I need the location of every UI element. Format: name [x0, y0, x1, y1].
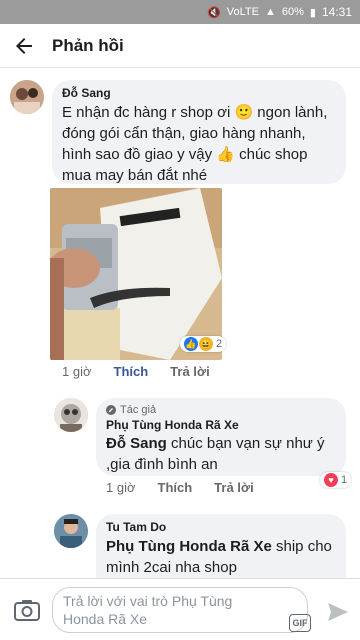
battery-percent: 60% [281, 6, 304, 18]
author-badge-label: Tác giả [120, 404, 157, 416]
avatar[interactable] [54, 398, 88, 432]
reaction-number: 1 [341, 474, 348, 486]
signal-icon: ▲ [264, 6, 276, 18]
reaction-count[interactable]: ♥ 1 [320, 472, 352, 488]
avatar[interactable] [54, 514, 88, 548]
camera-icon[interactable] [14, 599, 40, 621]
haha-reaction-icon: 😆 [199, 337, 213, 351]
reply-bubble[interactable]: Tu Tam Do Phụ Tùng Honda Rã Xe ship cho … [96, 514, 346, 578]
author-badge: Tác giả [106, 404, 336, 416]
status-bar: 🔇 VoLTE ▲ 60% ▮ 14:31 [0, 0, 360, 24]
app-bar: Phản hồi [0, 24, 360, 68]
comment-thread: Đỗ Sang E nhận đc hàng r shop ơi 🙂 ngon … [0, 68, 360, 578]
mention[interactable]: Phụ Tùng Honda Rã Xe [106, 538, 272, 555]
gif-button[interactable]: GIF [289, 614, 311, 632]
network-label: VoLTE [226, 6, 259, 18]
clock: 14:31 [321, 5, 352, 19]
avatar[interactable] [10, 80, 44, 114]
comment-photo[interactable] [50, 188, 222, 360]
like-button[interactable]: Thích [114, 364, 149, 379]
reply-button[interactable]: Trả lời [170, 364, 210, 379]
reply-composer: Trả lời với vai trò Phụ Tùng Honda Rã Xe… [0, 578, 360, 640]
love-reaction-icon: ♥ [324, 473, 338, 487]
reply-author[interactable]: Tu Tam Do [106, 520, 336, 534]
reaction-count[interactable]: 👍 😆 2 [180, 336, 227, 352]
reply-input-placeholder: Trả lời với vai trò Phụ Tùng Honda Rã Xe [63, 593, 233, 627]
battery-icon: ▮ [309, 6, 316, 19]
mention[interactable]: Đỗ Sang [106, 435, 167, 452]
like-button[interactable]: Thích [158, 480, 193, 495]
reply-author[interactable]: Phụ Tùng Honda Rã Xe [106, 418, 336, 432]
back-arrow-icon[interactable] [12, 34, 36, 58]
send-icon[interactable] [326, 601, 350, 623]
comment-author[interactable]: Đỗ Sang [62, 86, 336, 100]
pencil-icon [106, 405, 116, 415]
comment-text: E nhận đc hàng r shop ơi 🙂 ngon lành, đó… [62, 104, 328, 184]
reaction-number: 2 [216, 338, 223, 350]
page-title: Phản hồi [52, 36, 124, 55]
like-reaction-icon: 👍 [184, 337, 198, 351]
reply-text: Phụ Tùng Honda Rã Xe ship cho mình 2cai … [106, 536, 336, 578]
reply-actions: 1 giờ Thích Trả lời [106, 480, 254, 495]
comment-time: 1 giờ [62, 364, 92, 379]
comment-bubble[interactable]: Đỗ Sang E nhận đc hàng r shop ơi 🙂 ngon … [52, 80, 346, 184]
reply-text: Đỗ Sang chúc bạn vạn sự như ý ,gia đình … [106, 433, 336, 475]
reply-button[interactable]: Trả lời [214, 480, 254, 495]
mute-icon: 🔇 [207, 6, 221, 19]
reply-input[interactable]: Trả lời với vai trò Phụ Tùng Honda Rã Xe… [52, 587, 311, 633]
reply-bubble[interactable]: Tác giả Phụ Tùng Honda Rã Xe Đỗ Sang chú… [96, 398, 346, 476]
comment-actions: 1 giờ Thích Trả lời [62, 364, 210, 379]
reply-time: 1 giờ [106, 480, 136, 495]
